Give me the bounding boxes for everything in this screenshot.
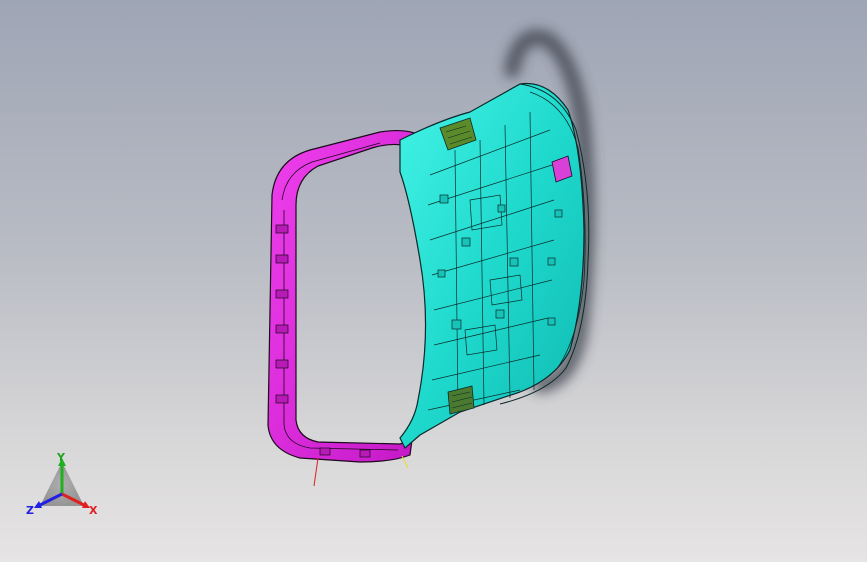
datum-line-red [313, 457, 319, 487]
trim-panel[interactable] [399, 82, 590, 449]
orientation-triad: Y X Z [26, 448, 106, 528]
graphics-viewport[interactable]: Y X Z [0, 0, 867, 562]
model-view[interactable] [0, 0, 867, 562]
frame-body[interactable] [267, 129, 421, 463]
z-axis-label: Z [26, 504, 34, 517]
x-axis-label: X [89, 504, 98, 517]
datum-line-yellow [401, 455, 409, 469]
y-axis-label: Y [57, 451, 65, 464]
